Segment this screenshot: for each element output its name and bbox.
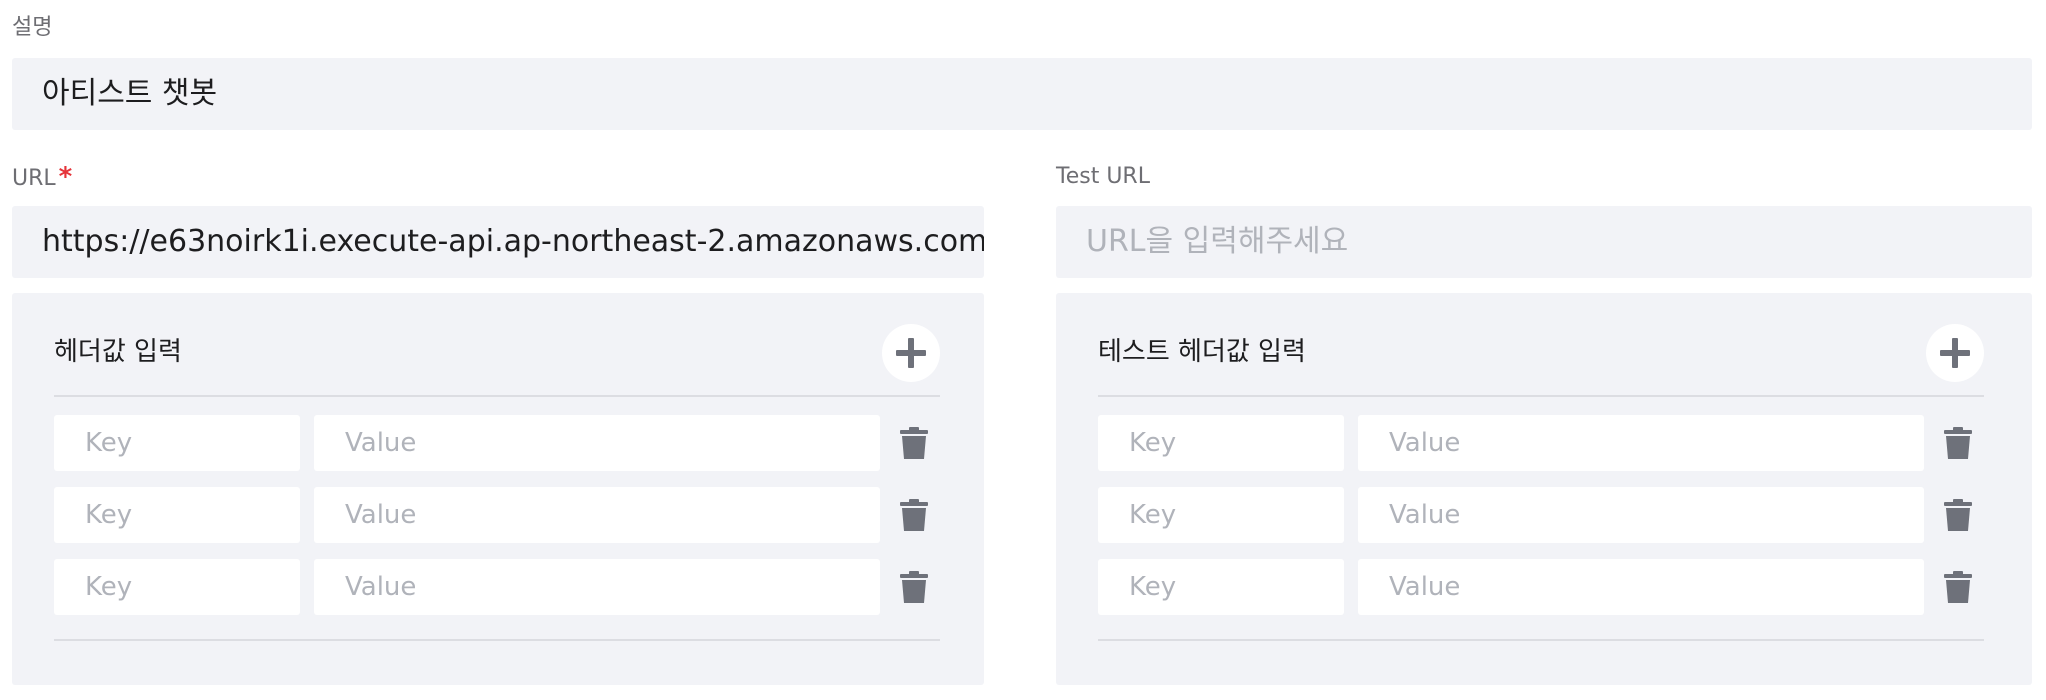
url-label-text: URL <box>12 166 56 191</box>
test-header-key-input[interactable]: Key <box>1098 559 1344 615</box>
test-header-value-input[interactable]: Value <box>1358 487 1924 543</box>
description-label: 설명 <box>12 15 53 40</box>
header-panel-title: 헤더값 입력 <box>54 337 182 367</box>
test-header-row: Key Value <box>1098 487 1998 543</box>
url-input[interactable]: https://e63noirk1i.execute-api.ap-northe… <box>12 206 984 278</box>
header-top-divider <box>54 395 940 397</box>
add-header-button[interactable] <box>882 324 940 382</box>
header-value-input[interactable]: Value <box>314 415 880 471</box>
add-test-header-button[interactable] <box>1926 324 1984 382</box>
plus-icon <box>1940 338 1970 368</box>
test-header-panel: 테스트 헤더값 입력 Key Value Key Value Key Value <box>1056 293 2032 685</box>
header-key-input[interactable]: Key <box>54 487 300 543</box>
header-value-input[interactable]: Value <box>314 559 880 615</box>
url-label: URL * <box>12 163 72 193</box>
trash-icon[interactable] <box>900 571 928 603</box>
trash-icon[interactable] <box>1944 571 1972 603</box>
trash-icon[interactable] <box>1944 427 1972 459</box>
plus-icon <box>896 338 926 368</box>
test-header-key-input[interactable]: Key <box>1098 415 1344 471</box>
header-row: Key Value <box>54 415 954 471</box>
test-header-bottom-divider <box>1098 639 1984 641</box>
description-input[interactable]: 아티스트 챗봇 <box>12 58 2032 130</box>
header-key-input[interactable]: Key <box>54 415 300 471</box>
test-header-row: Key Value <box>1098 415 1998 471</box>
header-row: Key Value <box>54 487 954 543</box>
trash-icon[interactable] <box>900 499 928 531</box>
header-key-input[interactable]: Key <box>54 559 300 615</box>
test-url-label: Test URL <box>1056 164 1150 189</box>
test-header-top-divider <box>1098 395 1984 397</box>
header-bottom-divider <box>54 639 940 641</box>
header-panel: 헤더값 입력 Key Value Key Value Key Value <box>12 293 984 685</box>
test-url-input[interactable]: URL을 입력해주세요 <box>1056 206 2032 278</box>
test-header-value-input[interactable]: Value <box>1358 415 1924 471</box>
header-row: Key Value <box>54 559 954 615</box>
test-header-row: Key Value <box>1098 559 1998 615</box>
test-header-key-input[interactable]: Key <box>1098 487 1344 543</box>
test-header-panel-title: 테스트 헤더값 입력 <box>1098 337 1306 367</box>
header-value-input[interactable]: Value <box>314 487 880 543</box>
required-mark: * <box>58 162 73 192</box>
trash-icon[interactable] <box>900 427 928 459</box>
trash-icon[interactable] <box>1944 499 1972 531</box>
test-header-value-input[interactable]: Value <box>1358 559 1924 615</box>
